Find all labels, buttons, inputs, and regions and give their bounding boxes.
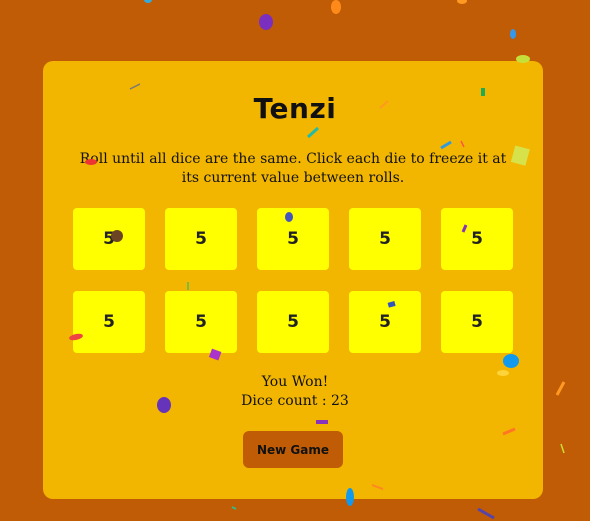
confetti-piece <box>259 14 273 30</box>
die-6[interactable]: 5 <box>73 291 145 353</box>
new-game-button[interactable]: New Game <box>243 431 343 468</box>
confetti-piece <box>510 29 516 39</box>
die-2[interactable]: 5 <box>165 208 237 270</box>
confetti-piece <box>231 506 237 510</box>
die-9[interactable]: 5 <box>349 291 421 353</box>
confetti-piece <box>331 0 341 14</box>
win-message: You Won! <box>261 374 329 390</box>
confetti-piece <box>457 0 467 4</box>
die-7[interactable]: 5 <box>165 291 237 353</box>
app-stage: Tenzi Roll until all dice are the same. … <box>0 0 590 521</box>
confetti-piece <box>560 443 565 454</box>
die-4[interactable]: 5 <box>349 208 421 270</box>
die-5[interactable]: 5 <box>441 208 513 270</box>
die-1[interactable]: 5 <box>73 208 145 270</box>
dice-count: Dice count : 23 <box>241 393 349 409</box>
status-area: You Won! Dice count : 23 <box>0 373 590 411</box>
confetti-piece <box>144 0 152 3</box>
page-title: Tenzi <box>253 92 337 125</box>
die-10[interactable]: 5 <box>441 291 513 353</box>
die-8[interactable]: 5 <box>257 291 329 353</box>
die-3[interactable]: 5 <box>257 208 329 270</box>
instructions-text: Roll until all dice are the same. Click … <box>79 151 507 186</box>
confetti-piece <box>477 507 495 520</box>
